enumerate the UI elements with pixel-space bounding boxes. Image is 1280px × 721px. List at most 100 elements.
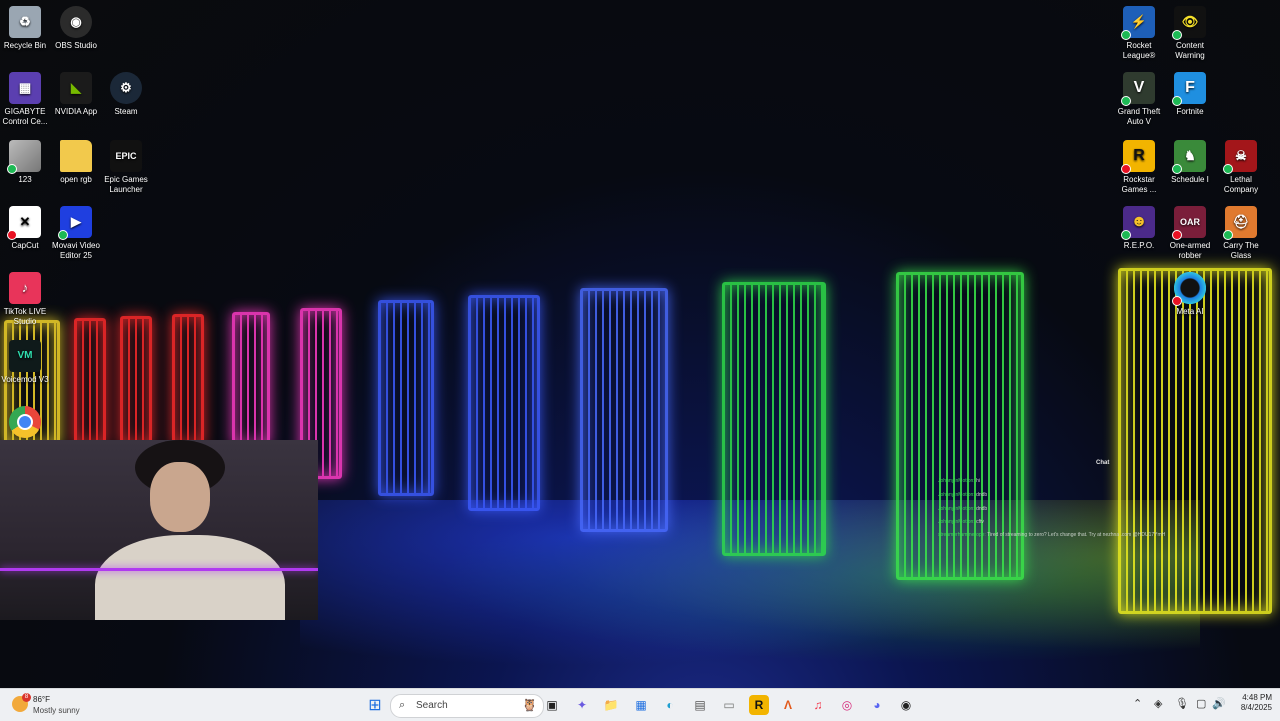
desktop-icon-open-rgb[interactable]: open rgb: [51, 140, 101, 185]
wallpaper-neon-door: [74, 318, 106, 446]
widgets-icon: 🦉: [522, 698, 537, 712]
microphone-icon: 🎙: [1175, 698, 1189, 710]
tray-overflow-button[interactable]: ⌃: [1133, 697, 1142, 710]
taskbar-discord[interactable]: ◕: [867, 695, 887, 715]
desktop-icon-epic-games[interactable]: EPIC Epic Games Launcher: [101, 140, 151, 195]
desktop-icon-movavi[interactable]: ▶ Movavi Video Editor 25: [51, 206, 101, 261]
taskbar-obs[interactable]: ◉: [896, 695, 916, 715]
chat-message: streamerhammerope: Tired of streaming to…: [938, 532, 1165, 538]
chevron-up-icon: ⌃: [1133, 698, 1143, 710]
wallpaper-neon-door: [120, 316, 152, 446]
taskbar-notepad[interactable]: ▤: [690, 695, 710, 715]
desktop-icon-label: Content Warning: [1175, 41, 1205, 60]
tray-display[interactable]: ▢: [1196, 697, 1206, 710]
desktop-icon-nvidia-app[interactable]: ◣ NVIDIA App: [51, 72, 101, 117]
taskbar-itunes[interactable]: ♫: [808, 695, 828, 715]
desktop-icon-schedule-i[interactable]: ♞ Schedule I: [1165, 140, 1215, 185]
network-status-icon: ◈: [1154, 698, 1163, 710]
desktop-icon-gigabyte[interactable]: ▦ GIGABYTE Control Ce...: [0, 72, 50, 127]
taskbar-drive[interactable]: ▭: [719, 695, 739, 715]
chat-text: dndb: [976, 492, 988, 498]
chat-user: JohnnyInMotion:: [938, 492, 975, 498]
desktop-icon-content-warning[interactable]: 👁 Content Warning: [1165, 6, 1215, 61]
capcut-icon: ✕: [7, 206, 41, 240]
desktop-icon-label: R.E.P.O.: [1123, 241, 1155, 250]
desktop-icon-chrome[interactable]: [0, 406, 50, 441]
search-box[interactable]: ⌕ Search 🦉: [390, 694, 544, 718]
chat-message: JohnnyInMotion: dndb: [938, 506, 987, 512]
desktop-icon-fortnite[interactable]: F Fortnite: [1165, 72, 1215, 117]
speaker-icon: 🔊: [1212, 698, 1226, 710]
sync-error-icon: [1172, 230, 1182, 240]
desktop-icon-123[interactable]: 123: [0, 140, 50, 185]
task-view-icon: ▣: [546, 698, 558, 712]
weather-widget[interactable]: 8 86°F Mostly sunny: [12, 693, 102, 717]
chat-text: dndb: [976, 506, 988, 512]
wallpaper-neon-door: [722, 282, 826, 556]
tray-speaker[interactable]: 🔊: [1212, 697, 1226, 710]
clock-date: 8/4/2025: [1240, 703, 1272, 712]
wallpaper-neon-door: [580, 288, 668, 532]
content-warning-icon: 👁: [1172, 6, 1206, 40]
desktop-icon-tiktok-live[interactable]: ♪ TikTok LIVE Studio: [0, 272, 50, 327]
sync-ok-icon: [1172, 30, 1182, 40]
taskbar-microsoft-store[interactable]: ▦: [631, 695, 651, 715]
sync-ok-icon: [1121, 30, 1131, 40]
taskbar-clock[interactable]: 4:48 PM 8/4/2025: [1228, 693, 1272, 713]
desktop-icon-label: Recycle Bin: [3, 41, 47, 50]
desktop-icon-label: Epic Games Launcher: [104, 175, 148, 194]
fortnite-icon: F: [1172, 72, 1206, 106]
tray-microphone[interactable]: 🎙: [1175, 697, 1189, 710]
wallpaper-neon-door: [468, 295, 540, 511]
drive-icon: ▭: [723, 698, 735, 712]
schedule-icon: ♞: [1172, 140, 1206, 174]
desktop-icon-label: Rockstar Games ...: [1121, 175, 1157, 194]
carry-the-glass-icon: ⛑: [1223, 206, 1257, 240]
desktop-icon-meta-ai[interactable]: Meta AI: [1165, 272, 1215, 317]
desktop-icon-gta-v[interactable]: V Grand Theft Auto V: [1114, 72, 1164, 127]
lethal-company-icon: ☠: [1223, 140, 1257, 174]
desktop-icon-obs-studio[interactable]: ◉ OBS Studio: [51, 6, 101, 51]
desktop-icon-capcut[interactable]: ✕ CapCut: [0, 206, 50, 251]
desktop-icon-label: Meta AI: [1176, 307, 1204, 316]
wallpaper-neon-door: [172, 314, 204, 446]
weather-description: Mostly sunny: [33, 706, 80, 715]
rockstar-icon: R: [1121, 140, 1155, 174]
desktop-icon-rockstar-games[interactable]: R Rockstar Games ...: [1114, 140, 1164, 195]
desktop-icon-recycle-bin[interactable]: ♻ Recycle Bin: [0, 6, 50, 51]
movavi-icon: ▶: [58, 206, 92, 240]
taskbar: 8 86°F Mostly sunny ⊞ ⌕ Search 🦉 ▣ ✦ 📁 ▦…: [0, 688, 1280, 721]
desktop-icon-label: Movavi Video Editor 25: [52, 241, 100, 260]
taskbar-edge[interactable]: ◐: [660, 695, 680, 715]
sync-error-icon: [1172, 296, 1182, 306]
desktop-icon-voicemod[interactable]: VM Voicemod V3: [0, 340, 50, 385]
sync-ok-icon: [7, 164, 17, 174]
desktop-icon-label: TikTok LIVE Studio: [3, 307, 47, 326]
search-placeholder: Search: [416, 700, 448, 711]
wallpaper-neon-door: [378, 300, 434, 496]
desktop-icon-rocket-league[interactable]: ⚡ Rocket League®: [1114, 6, 1164, 61]
taskbar-rockstar-launcher[interactable]: R: [749, 695, 769, 715]
taskbar-task-view[interactable]: ▣: [542, 695, 562, 715]
taskbar-copilot[interactable]: ✦: [572, 695, 592, 715]
taskbar-instagram[interactable]: ◎: [837, 695, 857, 715]
desktop-icon-label: Lethal Company: [1223, 175, 1259, 194]
instagram-icon: ◎: [841, 698, 853, 712]
taskbar-file-explorer[interactable]: 📁: [601, 695, 621, 715]
desktop-icon-carry-the-glass[interactable]: ⛑ Carry The Glass: [1216, 206, 1266, 261]
voicemod-icon: VM: [9, 340, 41, 372]
start-button[interactable]: ⊞: [365, 695, 385, 715]
weather-alert-badge: 8: [22, 693, 31, 702]
desktop-wallpaper: ♻ Recycle Bin ◉ OBS Studio ▦ GIGABYTE Co…: [0, 0, 1280, 688]
sync-ok-icon: [1223, 230, 1233, 240]
taskbar-app-a[interactable]: Λ: [778, 695, 798, 715]
desktop-icon-lethal-company[interactable]: ☠ Lethal Company: [1216, 140, 1266, 195]
tray-network-status[interactable]: ◈: [1154, 697, 1162, 710]
webcam-person-face: [150, 462, 210, 532]
desktop-icon-repo[interactable]: ☻ R.E.P.O.: [1114, 206, 1164, 251]
microsoft-store-icon: ▦: [635, 698, 647, 712]
copilot-icon: ✦: [576, 698, 588, 712]
desktop-icon-one-armed-robber[interactable]: OAR One-armed robber: [1165, 206, 1215, 261]
desktop-icon-steam[interactable]: ⚙ Steam: [101, 72, 151, 117]
repo-icon: ☻: [1121, 206, 1155, 240]
